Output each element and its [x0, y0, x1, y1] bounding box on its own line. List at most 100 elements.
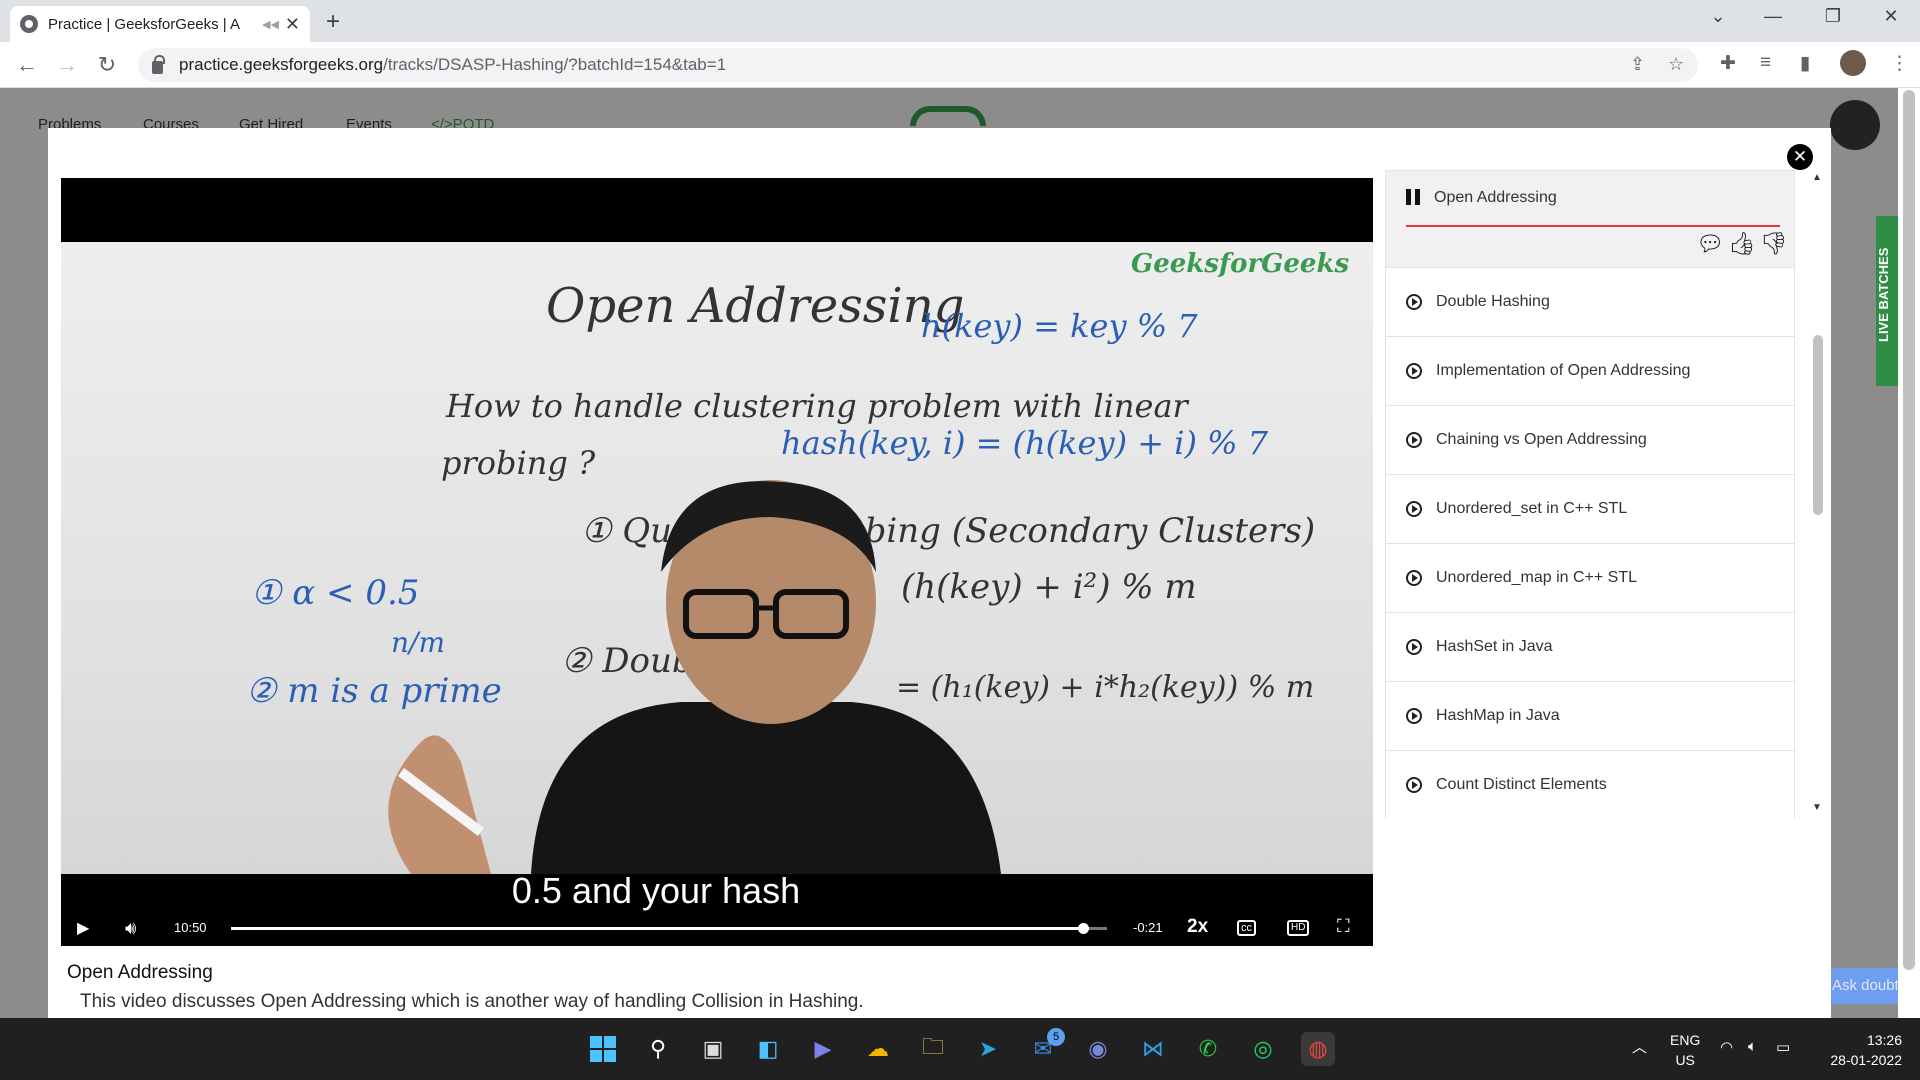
widgets-icon[interactable]: ◧	[751, 1032, 785, 1066]
hd-quality-icon[interactable]: HD	[1287, 920, 1310, 936]
playlist-item[interactable]: Implementation of Open Addressing	[1385, 337, 1795, 406]
thumbs-up-icon[interactable]: 👍︎	[1728, 231, 1760, 256]
remaining-time: -0:21	[1133, 920, 1163, 935]
bookmark-star-icon[interactable]: ☆	[1668, 54, 1684, 75]
weather-icon[interactable]: ☁	[861, 1032, 895, 1066]
profile-avatar[interactable]	[1840, 50, 1866, 76]
playlist-scrollbar[interactable]: ▲ ▼	[1810, 170, 1826, 818]
play-circle-icon	[1406, 432, 1422, 448]
play-circle-icon	[1406, 501, 1422, 517]
lock-icon[interactable]	[152, 54, 165, 74]
thumbs-down-icon[interactable]: 👎︎	[1760, 231, 1792, 256]
page-scrollbar[interactable]	[1898, 88, 1920, 1018]
site-favicon-icon	[20, 15, 38, 33]
play-circle-icon	[1406, 570, 1422, 586]
caption-text: 0.5 and your hash	[511, 870, 801, 911]
video-controls: ▶ 🔊︎ 10:50 -0:21 2x cc HD ⛶	[61, 910, 1373, 946]
playlist-item[interactable]: Chaining vs Open Addressing	[1385, 406, 1795, 475]
tab-close-icon[interactable]: ✕	[285, 14, 300, 35]
progress-fill	[231, 927, 1084, 930]
playlist-item[interactable]: Unordered_set in C++ STL	[1385, 475, 1795, 544]
playlist-item-label: HashMap in Java	[1436, 707, 1560, 724]
playlist-item-label: Double Hashing	[1436, 293, 1550, 310]
playlist-item[interactable]: Count Distinct Elements	[1385, 751, 1795, 818]
window-close-button[interactable]: ✕	[1876, 6, 1906, 27]
address-bar[interactable]: practice.geeksforgeeks.org/tracks/DSASP-…	[138, 48, 1698, 82]
share-icon[interactable]: ⇪	[1630, 54, 1645, 75]
region-code: US	[1675, 1052, 1695, 1068]
search-icon[interactable]: ⚲	[641, 1032, 675, 1066]
board-alpha: ① α < 0.5	[251, 573, 419, 613]
board-formula2: hash(key, i) = (h(key) + i) % 7	[781, 424, 1269, 462]
discord-icon[interactable]: ◉	[1081, 1032, 1115, 1066]
file-explorer-icon[interactable]: 🗀	[916, 1032, 950, 1066]
video-description: This video discusses Open Addressing whi…	[80, 991, 864, 1012]
tab-search-icon[interactable]: ⌄	[1703, 6, 1733, 27]
forward-icon[interactable]: →	[52, 52, 82, 78]
wifi-icon[interactable]: ◠	[1720, 1038, 1733, 1056]
spotify-icon[interactable]: ◎	[1246, 1032, 1280, 1066]
play-circle-icon	[1406, 708, 1422, 724]
pause-icon	[1406, 189, 1420, 205]
playlist-item[interactable]: Unordered_map in C++ STL	[1385, 544, 1795, 613]
fullscreen-icon[interactable]: ⛶	[1337, 916, 1350, 937]
browser-toolbar: ← → ↻ practice.geeksforgeeks.org/tracks/…	[0, 42, 1920, 88]
chrome-menu-icon[interactable]: ⋮	[1890, 52, 1909, 75]
tab-title: Practice | GeeksforGeeks | A	[48, 15, 241, 33]
progress-bar[interactable]	[231, 923, 1107, 934]
gfg-logo[interactable]	[910, 106, 986, 126]
progress-handle[interactable]	[1078, 923, 1090, 934]
reading-list-icon[interactable]: ≡	[1760, 52, 1771, 74]
playlist-item[interactable]: HashMap in Java	[1385, 682, 1795, 751]
scroll-up-icon[interactable]: ▲	[1812, 172, 1822, 183]
chrome-icon[interactable]: ◍	[1301, 1032, 1335, 1066]
system-clock[interactable]: 13:26 28-01-2022	[1812, 1030, 1902, 1070]
speaker-icon[interactable]: 🔈︎	[1748, 1038, 1757, 1055]
task-view-icon[interactable]: ▣	[696, 1032, 730, 1066]
video-player[interactable]: Open Addressing GeeksforGeeks h(key) = k…	[61, 178, 1373, 946]
url-path: /tracks/DSASP-Hashing/?batchId=154&tab=1	[383, 55, 727, 74]
comment-icon[interactable]: 💬︎	[1696, 231, 1728, 256]
playback-speed-button[interactable]: 2x	[1187, 916, 1208, 938]
playlist-item-label: HashSet in Java	[1436, 638, 1553, 655]
teams-chat-icon[interactable]: ▶	[806, 1032, 840, 1066]
new-tab-button[interactable]: +	[318, 8, 348, 38]
modal-close-button[interactable]: ✕	[1787, 144, 1813, 170]
playlist-item[interactable]: Double Hashing	[1385, 268, 1795, 337]
extensions-icon[interactable]: ✚	[1720, 52, 1736, 75]
vscode-icon[interactable]: ⋈	[1136, 1032, 1170, 1066]
tray-chevron-icon[interactable]: ︿	[1632, 1036, 1647, 1057]
telegram-icon[interactable]: ➤	[971, 1032, 1005, 1066]
board-formula1: h(key) = key % 7	[921, 307, 1198, 345]
reload-icon[interactable]: ↻	[92, 52, 122, 78]
playlist-item-label: Chaining vs Open Addressing	[1436, 431, 1647, 448]
play-circle-icon	[1406, 639, 1422, 655]
user-avatar[interactable]	[1830, 100, 1880, 150]
url-host: practice.geeksforgeeks.org	[179, 55, 384, 74]
play-icon[interactable]: ▶	[77, 918, 89, 938]
captions-icon[interactable]: cc	[1237, 920, 1256, 936]
whatsapp-icon[interactable]: ✆	[1191, 1032, 1225, 1066]
minimize-button[interactable]: —	[1758, 6, 1788, 27]
language-code: ENG	[1670, 1032, 1701, 1048]
volume-icon[interactable]: 🔊︎	[125, 918, 136, 939]
back-icon[interactable]: ←	[12, 52, 42, 78]
board-question2: probing ?	[441, 444, 596, 482]
playlist-item-active[interactable]: Open Addressing 💬︎👍︎👎︎	[1385, 170, 1795, 268]
clock-time: 13:26	[1866, 1032, 1902, 1048]
battery-icon[interactable]: ▭	[1776, 1038, 1790, 1056]
language-indicator[interactable]: ENG US	[1670, 1030, 1700, 1070]
scroll-down-icon[interactable]: ▼	[1812, 802, 1822, 813]
playlist-item-label: Count Distinct Elements	[1436, 776, 1607, 793]
clock-date: 28-01-2022	[1830, 1052, 1902, 1068]
restore-button[interactable]: ❐	[1818, 6, 1848, 27]
video-title: Open Addressing	[67, 962, 213, 983]
windows-start-icon[interactable]	[586, 1032, 620, 1066]
watch-progress-line	[1406, 225, 1780, 227]
browser-tab[interactable]: Practice | GeeksforGeeks | A ◀◀ ✕	[10, 6, 310, 42]
side-panel-icon[interactable]: ▮	[1800, 52, 1810, 75]
playlist-scroll-thumb[interactable]	[1813, 335, 1823, 515]
tab-audio-icon[interactable]: ◀◀	[262, 18, 279, 31]
playlist-item-label: Unordered_set in C++ STL	[1436, 500, 1628, 517]
playlist-item[interactable]: HashSet in Java	[1385, 613, 1795, 682]
